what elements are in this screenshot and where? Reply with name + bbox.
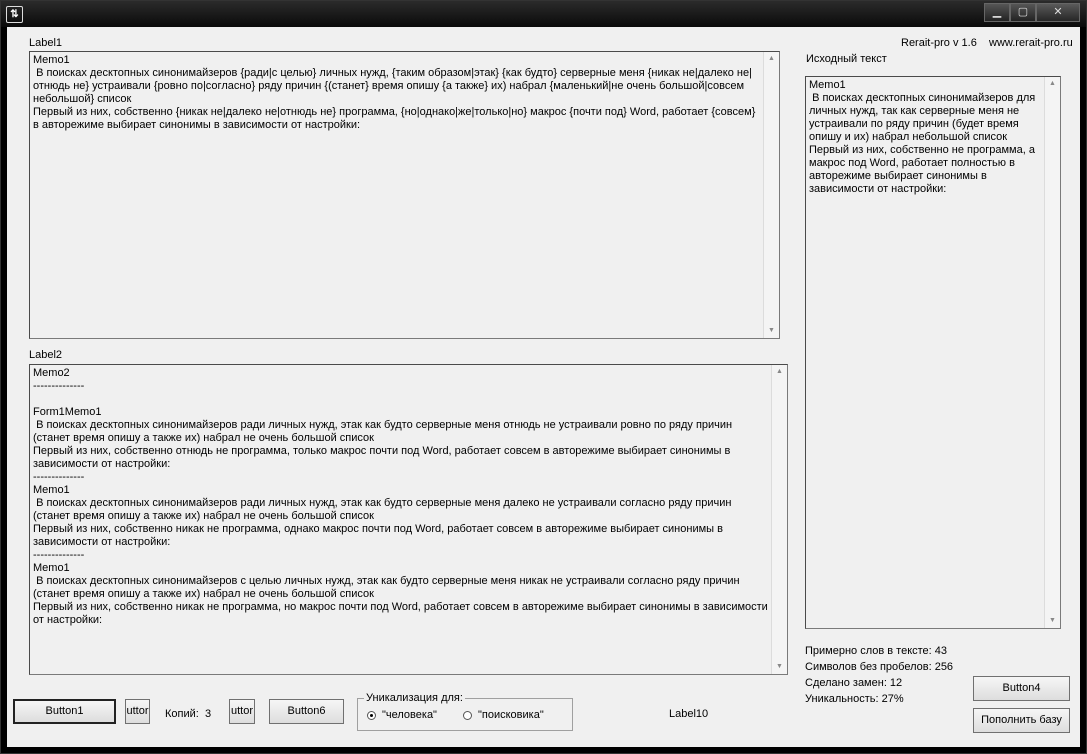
source-memo[interactable]: Memo1 В поисках десктопных синонимайзеро…: [805, 76, 1061, 629]
client-area: Label1 Memo1 В поисках десктопных синони…: [7, 27, 1080, 747]
radio-human-label: "человека": [382, 709, 437, 721]
app-version: Rerait-pro v 1.6: [901, 37, 977, 49]
fill-database-button[interactable]: Пополнить базу: [973, 708, 1070, 733]
app-window: ⇅ ▁ ▢ ✕ Label1 Memo1 В поисках десктопны…: [0, 0, 1087, 754]
maximize-button[interactable]: ▢: [1010, 3, 1036, 22]
source-memo-scrollbar[interactable]: ▲ ▼: [1044, 77, 1060, 628]
scroll-down-icon[interactable]: ▼: [764, 324, 779, 338]
app-logo-icon[interactable]: ⇅: [6, 6, 23, 23]
label10: Label10: [669, 708, 709, 720]
small-button-2[interactable]: uttor: [229, 699, 255, 724]
memo2[interactable]: Memo2 -------------- Form1Memo1 В поиска…: [29, 364, 788, 675]
radio-unselected-icon[interactable]: [463, 710, 472, 720]
close-button[interactable]: ✕: [1036, 3, 1080, 22]
scroll-up-icon[interactable]: ▲: [764, 52, 779, 66]
memo1-scrollbar[interactable]: ▲ ▼: [763, 52, 779, 338]
memo1-text[interactable]: Memo1 В поисках десктопных синонимайзеро…: [33, 54, 761, 336]
site-url: www.rerait-pro.ru: [989, 37, 1073, 49]
source-memo-text[interactable]: Memo1 В поисках десктопных синонимайзеро…: [809, 79, 1042, 626]
radio-search-engine[interactable]: "поисковика": [463, 709, 544, 721]
radio-selected-icon[interactable]: [367, 710, 376, 720]
title-bar[interactable]: ⇅ ▁ ▢ ✕: [1, 1, 1086, 27]
uniqueness-group-legend: Уникализация для:: [364, 692, 465, 704]
button1[interactable]: Button1: [13, 699, 116, 724]
label1: Label1: [29, 37, 63, 49]
radio-human[interactable]: "человека": [367, 709, 437, 721]
replacements-count: Сделано замен: 12: [805, 677, 903, 689]
memo2-text[interactable]: Memo2 -------------- Form1Memo1 В поиска…: [33, 367, 769, 672]
button4[interactable]: Button4: [973, 676, 1070, 701]
char-count: Символов без пробелов: 256: [805, 661, 954, 673]
memo2-scrollbar[interactable]: ▲ ▼: [771, 365, 787, 674]
scroll-down-icon[interactable]: ▼: [1045, 614, 1060, 628]
memo1[interactable]: Memo1 В поисках десктопных синонимайзеро…: [29, 51, 780, 339]
uniqueness-group: Уникализация для: "человека" "поисковика…: [357, 692, 573, 731]
source-text-label: Исходный текст: [806, 53, 887, 65]
scroll-down-icon[interactable]: ▼: [772, 660, 787, 674]
minimize-button[interactable]: ▁: [984, 3, 1010, 22]
small-button-1[interactable]: uttor: [125, 699, 150, 724]
scroll-up-icon[interactable]: ▲: [772, 365, 787, 379]
label2: Label2: [29, 349, 63, 361]
uniqueness-value: Уникальность: 27%: [805, 693, 904, 705]
window-controls: ▁ ▢ ✕: [984, 3, 1080, 22]
button6[interactable]: Button6: [269, 699, 344, 724]
copies-label: Копий:: [165, 708, 199, 720]
scroll-up-icon[interactable]: ▲: [1045, 77, 1060, 91]
radio-search-engine-label: "поисковика": [478, 709, 544, 721]
copies-value: 3: [205, 708, 212, 720]
word-count: Примерно слов в тексте: 43: [805, 645, 948, 657]
